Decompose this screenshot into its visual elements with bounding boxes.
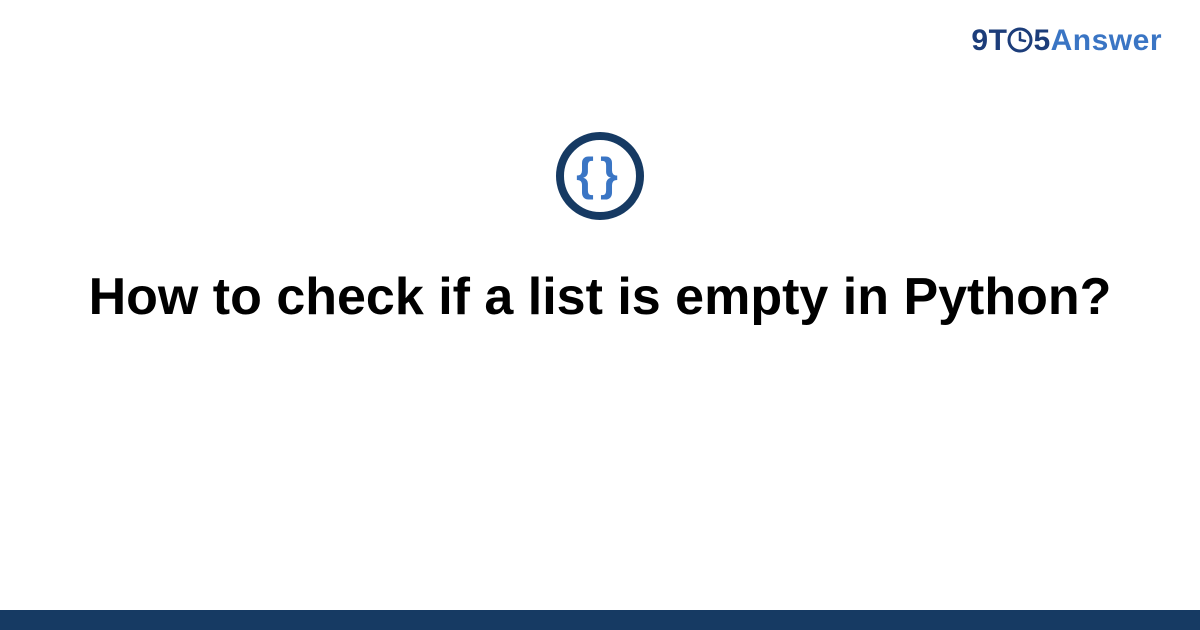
page-title: How to check if a list is empty in Pytho… xyxy=(70,266,1130,329)
logo-text-answer: Answer xyxy=(1051,24,1162,57)
code-braces-icon: {} xyxy=(556,132,644,220)
footer-accent-bar xyxy=(0,610,1200,630)
site-logo: 9T 5Answer xyxy=(971,24,1162,58)
braces-glyph: {} xyxy=(576,151,624,197)
logo-text-9t: 9T xyxy=(971,24,1007,57)
logo-text-5: 5 xyxy=(1033,24,1050,57)
brace-right: } xyxy=(600,148,624,200)
brace-left: { xyxy=(576,148,600,200)
social-card: 9T 5Answer {} How to check if a list is … xyxy=(0,0,1200,630)
clock-icon xyxy=(1007,27,1033,53)
